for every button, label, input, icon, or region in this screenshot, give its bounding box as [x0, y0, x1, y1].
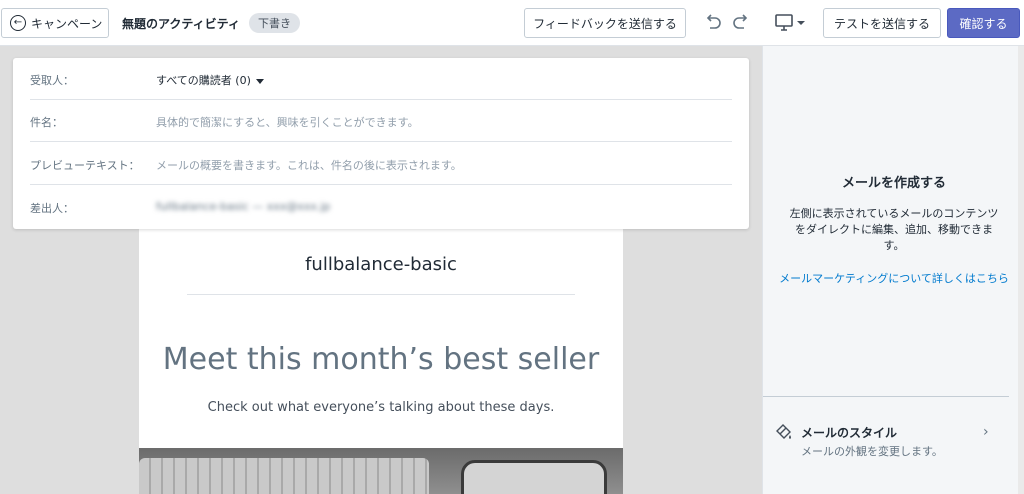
sidebar: メールを作成する 左側に表示されているメールのコンテンツをダイレクトに編集、追加…: [762, 46, 1024, 494]
undo-icon[interactable]: [703, 12, 723, 32]
preview-text-input[interactable]: メールの概要を書きます。これは、件名の後に表示されます。: [156, 157, 462, 173]
subject-label: 件名：: [30, 116, 63, 129]
sender-value[interactable]: fullbalance-basic — xxx@xxx.jp: [156, 200, 330, 213]
back-button-label: キャンペーン: [31, 16, 103, 31]
recipients-label: 受取人：: [30, 74, 74, 87]
status-badge: 下書き: [249, 13, 300, 33]
sender-label: 差出人：: [30, 202, 74, 215]
recipients-row: 受取人： すべての購読者 (0): [30, 58, 732, 100]
laptop-image: [139, 458, 429, 494]
send-feedback-button[interactable]: フィードバックを送信する: [524, 8, 686, 38]
email-preview[interactable]: fullbalance-basic Meet this month’s best…: [139, 226, 623, 494]
desktop-preview-toggle[interactable]: [775, 13, 807, 33]
paint-bucket-icon: [776, 424, 791, 439]
learn-more-link[interactable]: メールマーケティングについて詳しくはこちら: [763, 270, 1024, 286]
email-subheading[interactable]: Check out what everyone’s talking about …: [139, 400, 623, 415]
subject-input[interactable]: 具体的で簡潔にすると、興味を引くことができます。: [156, 114, 419, 130]
sidebar-description: 左側に表示されているメールのコンテンツをダイレクトに編集、追加、移動できます。: [789, 207, 999, 252]
back-arrow-icon: ←: [10, 15, 26, 31]
chevron-right-icon[interactable]: ›: [983, 424, 989, 440]
redo-icon[interactable]: [731, 12, 751, 32]
recipients-value: すべての購読者 (0): [156, 74, 251, 87]
email-style-description: メールの外観を変更します。: [801, 445, 943, 458]
send-test-button[interactable]: テストを送信する: [823, 8, 941, 38]
phone-image: [461, 460, 607, 494]
page-title: 無題のアクティビティ: [122, 17, 240, 31]
back-to-campaigns-button[interactable]: ← キャンペーン: [1, 8, 109, 38]
store-name[interactable]: fullbalance-basic: [139, 254, 623, 275]
sidebar-title: メールを作成する: [841, 176, 946, 191]
chevron-down-icon: [797, 21, 805, 25]
divider: [187, 294, 575, 295]
confirm-button[interactable]: 確認する: [947, 8, 1020, 38]
email-headline[interactable]: Meet this month’s best seller: [139, 342, 623, 377]
sender-row: 差出人： fullbalance-basic — xxx@xxx.jp: [30, 186, 732, 228]
recipients-select[interactable]: すべての購読者 (0): [156, 72, 264, 88]
desktop-icon: [775, 14, 793, 27]
preview-text-row: プレビューテキスト： メールの概要を書きます。これは、件名の後に表示されます。: [30, 143, 732, 185]
top-bar: ← キャンペーン 無題のアクティビティ 下書き フィードバックを送信する テスト…: [0, 0, 1024, 46]
scrollbar[interactable]: [1018, 46, 1024, 494]
preview-text-label: プレビューテキスト：: [30, 159, 140, 172]
email-style-title[interactable]: メールのスタイル: [801, 424, 897, 441]
subject-row: 件名： 具体的で簡潔にすると、興味を引くことができます。: [30, 100, 732, 142]
caret-down-icon: [255, 78, 264, 84]
hero-image[interactable]: [139, 448, 623, 494]
email-header-fields: 受取人： すべての購読者 (0) 件名： 具体的で簡潔にすると、興味を引くことが…: [13, 58, 749, 229]
divider: [763, 396, 1009, 397]
